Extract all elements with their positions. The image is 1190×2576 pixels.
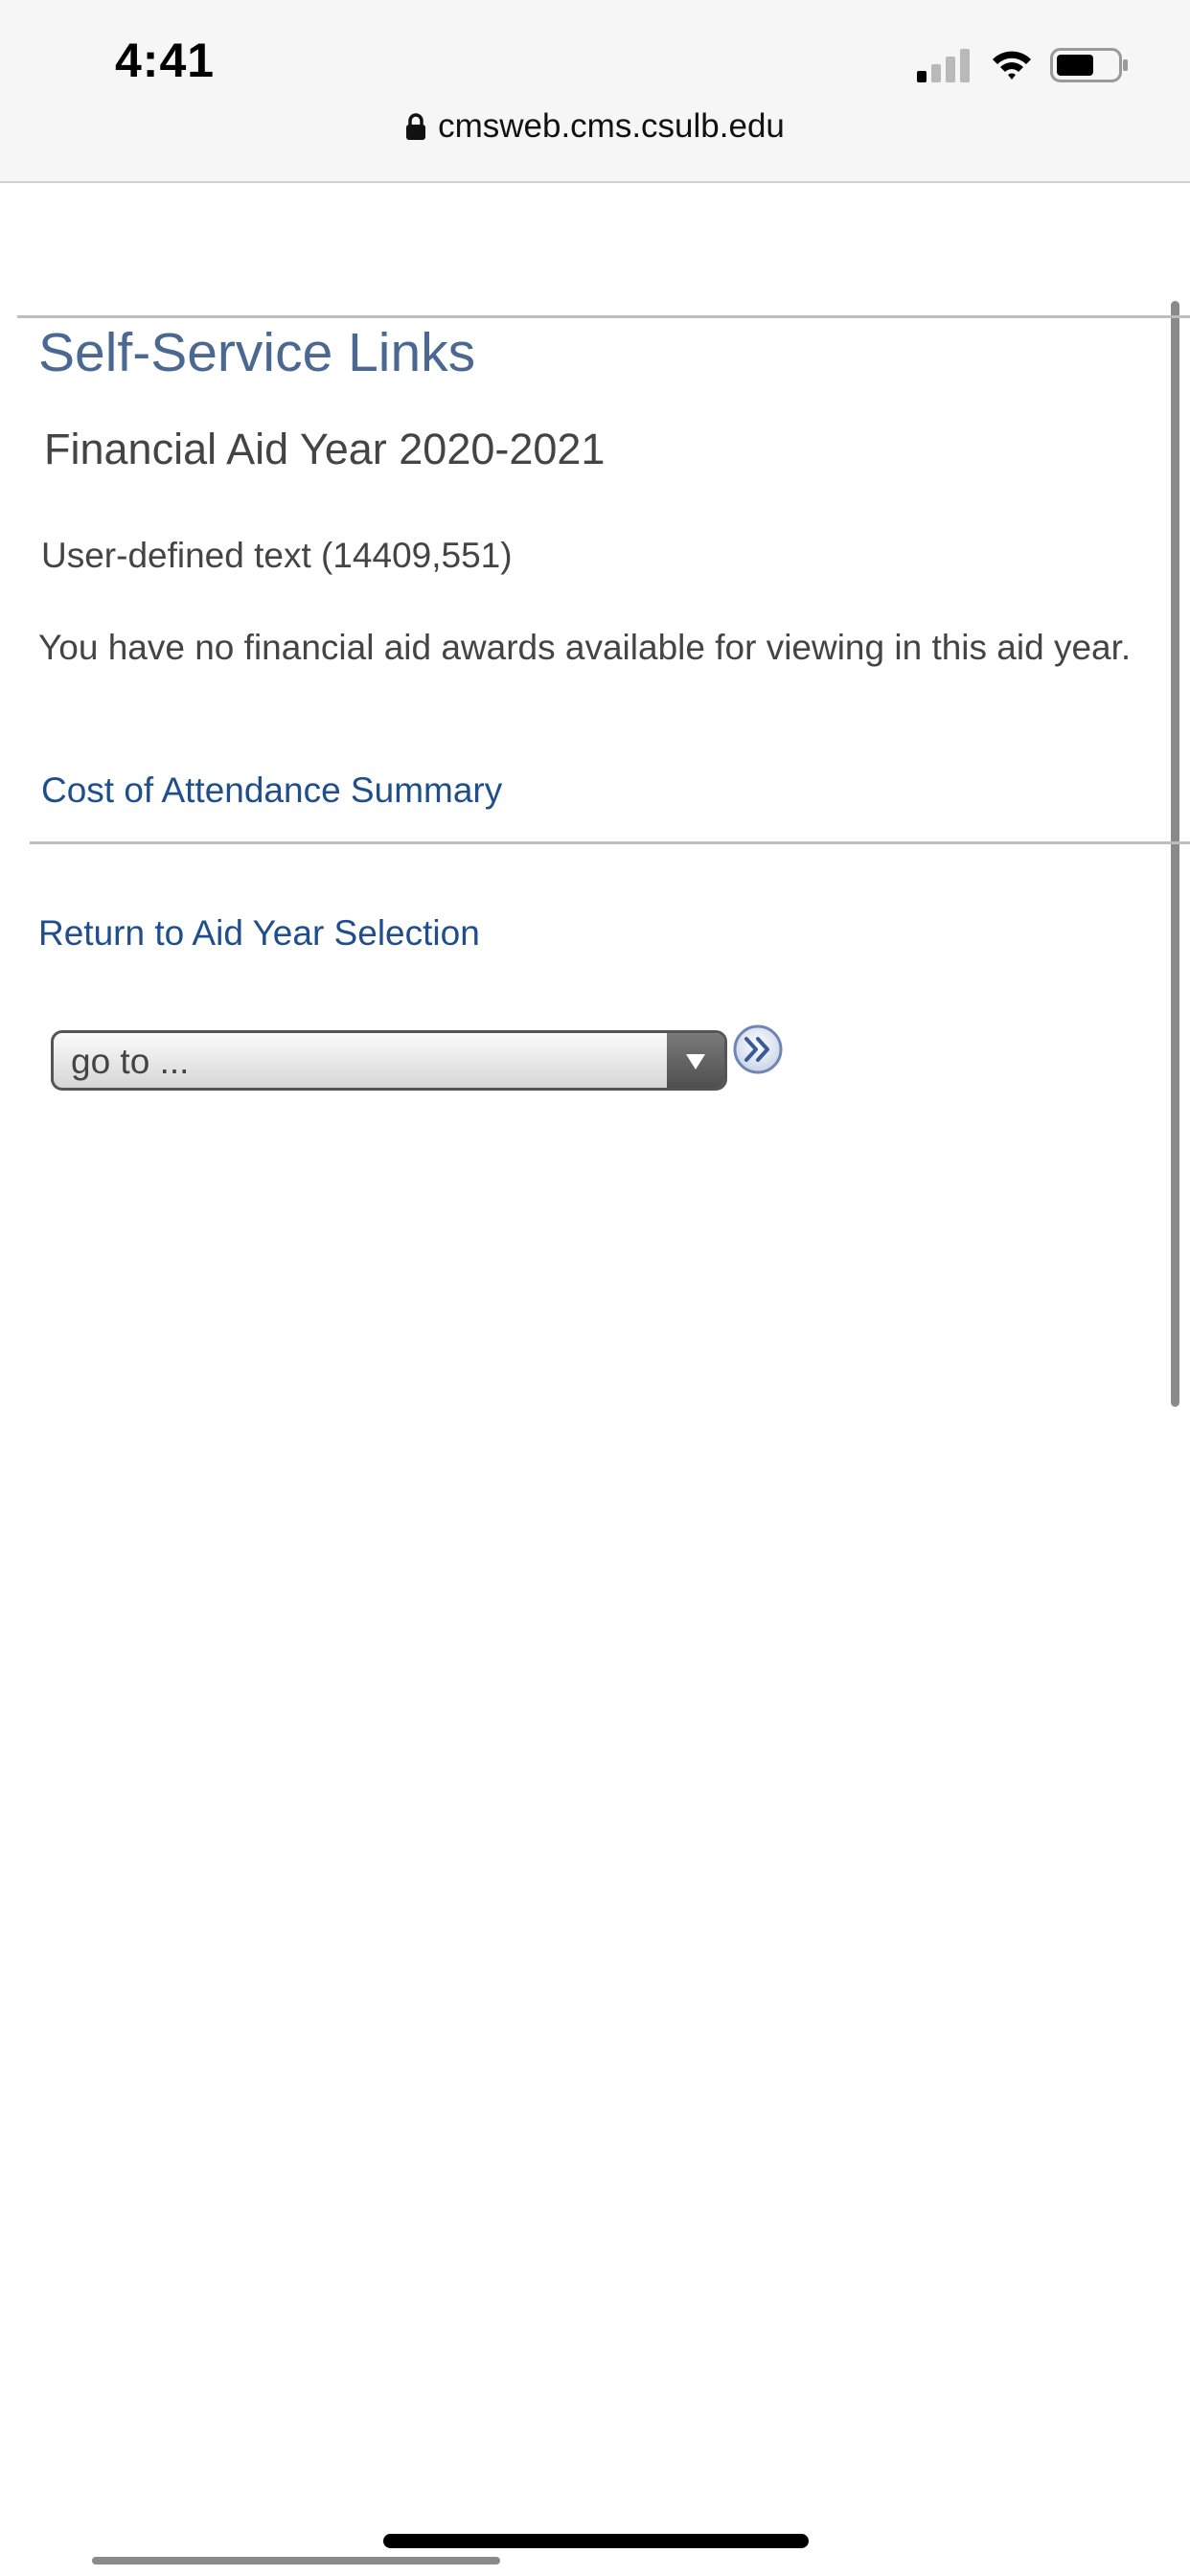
user-defined-text: User-defined text (14409,551)	[41, 536, 513, 575]
go-to-dropdown[interactable]: go to ...	[51, 1030, 727, 1091]
home-indicator[interactable]	[383, 2534, 809, 2548]
lock-icon	[406, 113, 426, 140]
battery-icon	[1050, 48, 1128, 82]
double-chevron-right-icon[interactable]	[732, 1024, 784, 1075]
cellular-signal-icon	[917, 49, 970, 82]
dropdown-arrow[interactable]	[667, 1033, 724, 1088]
browser-top-bar: 4:41 cmsweb.cms.csulb.edu	[0, 0, 1190, 183]
url-text: cmsweb.cms.csulb.edu	[438, 107, 785, 145]
status-time: 4:41	[115, 34, 216, 87]
divider	[17, 315, 1190, 318]
aid-year-heading: Financial Aid Year 2020-2021	[44, 425, 606, 473]
return-to-aid-year-link[interactable]: Return to Aid Year Selection	[38, 913, 480, 954]
vertical-scrollbar[interactable]	[1171, 301, 1179, 1407]
horizontal-scrollbar[interactable]	[92, 2557, 500, 2564]
divider	[30, 841, 1190, 844]
page-title: Self-Service Links	[38, 322, 476, 383]
cost-of-attendance-link[interactable]: Cost of Attendance Summary	[41, 770, 502, 811]
chevron-down-icon	[686, 1054, 705, 1070]
go-to-dropdown-value: go to ...	[71, 1042, 190, 1081]
no-awards-message: You have no financial aid awards availab…	[38, 628, 1132, 667]
wifi-icon	[993, 51, 1031, 80]
address-bar[interactable]: cmsweb.cms.csulb.edu	[0, 107, 1190, 165]
